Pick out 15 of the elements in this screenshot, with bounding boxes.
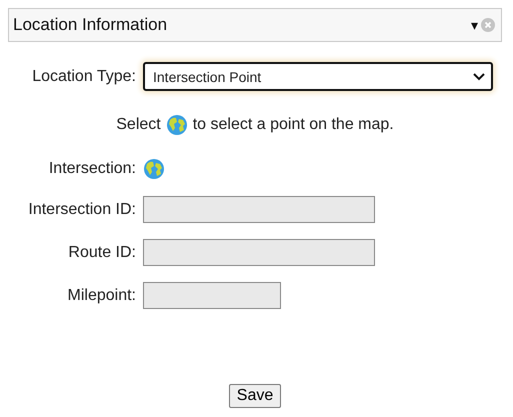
close-icon[interactable]	[481, 18, 495, 32]
field-label: Route ID:	[67, 244, 136, 262]
instruction-text: Select	[116, 116, 161, 134]
collapse-button[interactable]: ▾	[471, 17, 478, 33]
instruction-text: to select a point on the map.	[192, 116, 394, 134]
chevron-icon	[473, 72, 485, 80]
globe-icon	[166, 114, 188, 136]
location-type-select[interactable]: Intersection Point	[143, 62, 493, 91]
globe-icon	[143, 158, 165, 180]
field-label: Intersection:	[48, 160, 136, 178]
field-label: Milepoint:	[66, 286, 136, 304]
field-label: Location Type:	[31, 68, 136, 86]
panel-title: Location Information	[13, 15, 168, 35]
save-button[interactable]: Save	[228, 384, 282, 408]
field-label: Intersection ID:	[27, 200, 136, 218]
